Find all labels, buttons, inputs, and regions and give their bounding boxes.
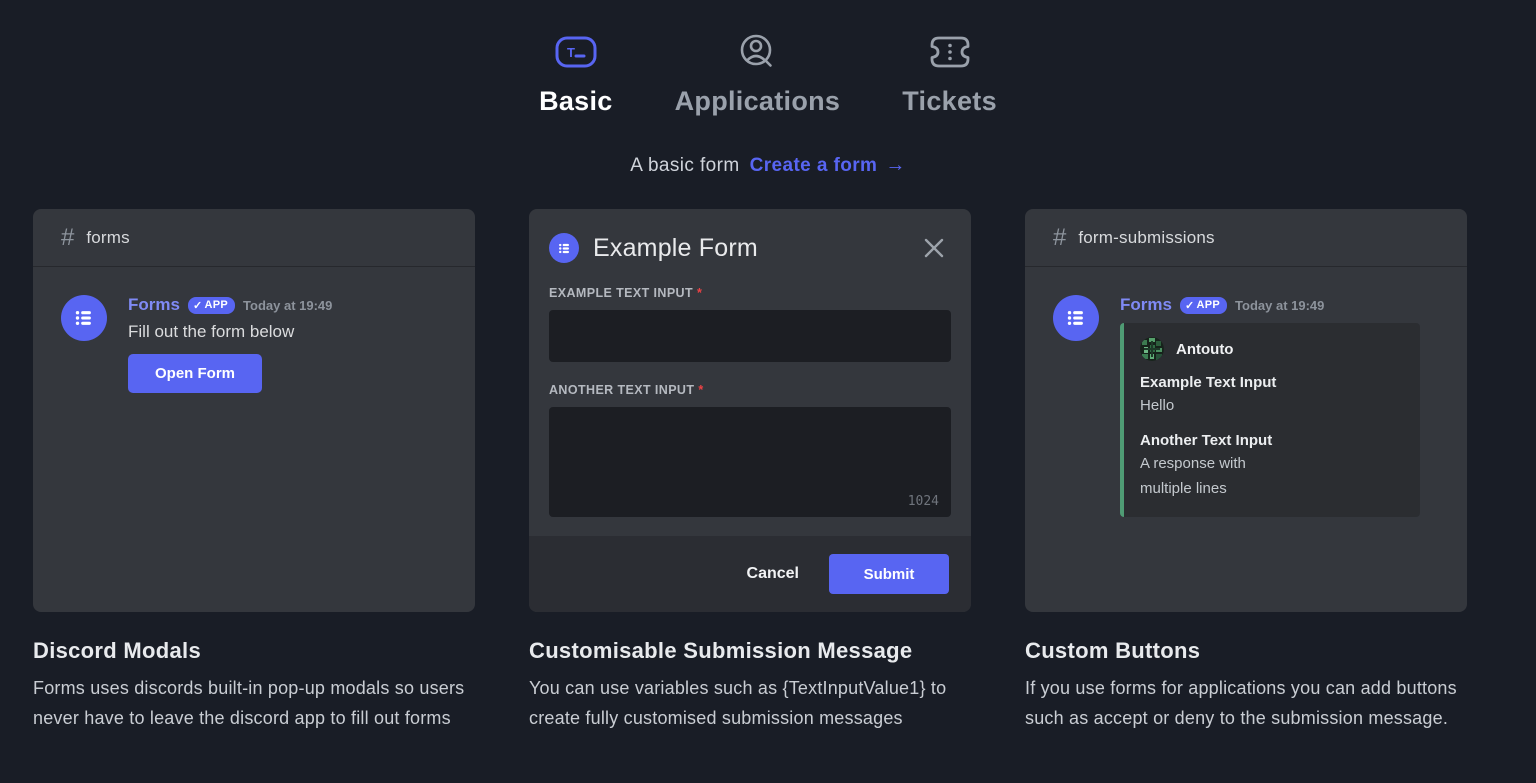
user-avatar[interactable] [1140, 337, 1164, 361]
embed-field-value: A response with multiple lines [1140, 452, 1404, 502]
list-icon [1063, 305, 1089, 331]
forms-channel-card: # forms Forms ✓ APP Today at 19:49 F [33, 209, 475, 612]
close-icon[interactable] [917, 231, 951, 265]
open-form-button[interactable]: Open Form [128, 354, 262, 393]
tab-basic[interactable]: T Basic [539, 30, 613, 117]
field-label-2: ANOTHER TEXT INPUT * [549, 383, 951, 397]
forms-bot-avatar[interactable] [61, 295, 107, 341]
feature-discord-modals: Discord Modals Forms uses discords built… [33, 638, 505, 733]
submissions-channel-card: # form-submissions Forms ✓ APP Today at … [1025, 209, 1467, 612]
message-timestamp: Today at 19:49 [243, 298, 332, 313]
submission-embed: Antouto Example Text Input Hello Another… [1120, 323, 1420, 517]
feature-title: Discord Modals [33, 638, 505, 664]
tab-tickets-label: Tickets [902, 86, 997, 117]
app-badge: ✓ APP [188, 297, 235, 314]
char-counter: 1024 [908, 494, 939, 509]
feature-body: If you use forms for applications you ca… [1025, 673, 1497, 733]
submit-button[interactable]: Submit [829, 554, 949, 594]
required-asterisk: * [698, 383, 703, 397]
ticket-icon [927, 30, 973, 74]
feature-custom-buttons: Custom Buttons If you use forms for appl… [1025, 638, 1497, 733]
forms-bot-modal-avatar [549, 233, 579, 263]
svg-text:T: T [567, 45, 575, 60]
section-subtitle: A basic form Create a form → [0, 154, 1536, 177]
channel-name: forms [86, 228, 130, 248]
create-form-link[interactable]: Create a form → [750, 154, 906, 177]
required-asterisk: * [697, 286, 702, 300]
channel-header: # form-submissions [1025, 209, 1467, 267]
badge-label: APP [1197, 299, 1221, 311]
feature-customisable-message: Customisable Submission Message You can … [529, 638, 1001, 733]
field-label-2-text: ANOTHER TEXT INPUT [549, 383, 694, 397]
another-text-input-field[interactable]: 1024 [549, 407, 951, 517]
field-label-1: EXAMPLE TEXT INPUT * [549, 286, 951, 300]
bot-message: Forms ✓ APP Today at 19:49 Fill out the … [33, 267, 475, 393]
badge-check-icon: ✓ [193, 299, 203, 312]
message-text: Fill out the form below [128, 322, 451, 342]
modal-title: Example Form [593, 234, 903, 263]
feature-body: Forms uses discords built-in pop-up moda… [33, 673, 505, 733]
feature-title: Customisable Submission Message [529, 638, 1001, 664]
demo-tabs: T Basic Applications [0, 30, 1536, 117]
subtitle-text: A basic form [630, 155, 739, 177]
embed-field-value: Hello [1140, 394, 1404, 419]
badge-check-icon: ✓ [1185, 299, 1195, 312]
app-badge: ✓ APP [1180, 297, 1227, 314]
hashtag-icon: # [61, 224, 74, 252]
channel-name: form-submissions [1078, 228, 1214, 248]
list-icon [71, 305, 97, 331]
tab-applications-label: Applications [675, 86, 841, 117]
forms-bot-avatar[interactable] [1053, 295, 1099, 341]
message-timestamp: Today at 19:49 [1235, 298, 1324, 313]
field-label-1-text: EXAMPLE TEXT INPUT [549, 286, 693, 300]
feature-title: Custom Buttons [1025, 638, 1497, 664]
embed-field-name: Example Text Input [1140, 374, 1404, 391]
tab-tickets[interactable]: Tickets [902, 30, 997, 117]
arrow-right-icon: → [885, 154, 905, 177]
channel-header: # forms [33, 209, 475, 267]
create-form-link-label: Create a form [750, 155, 878, 177]
list-icon [556, 240, 573, 257]
tab-applications[interactable]: Applications [675, 30, 841, 117]
embed-field-name: Another Text Input [1140, 432, 1404, 449]
tab-basic-label: Basic [539, 86, 613, 117]
user-icon [736, 30, 778, 74]
modal-footer: Cancel Submit [529, 536, 971, 612]
bot-message: Forms ✓ APP Today at 19:49 [1025, 267, 1467, 517]
example-text-input-field[interactable] [549, 310, 951, 362]
bot-username[interactable]: Forms [1120, 295, 1172, 315]
bot-username[interactable]: Forms [128, 295, 180, 315]
cancel-button[interactable]: Cancel [747, 565, 799, 583]
hashtag-icon: # [1053, 224, 1066, 252]
embed-author-name: Antouto [1176, 341, 1233, 358]
example-form-modal: Example Form EXAMPLE TEXT INPUT * ANOTHER… [529, 209, 971, 612]
text-input-icon: T [555, 30, 597, 74]
badge-label: APP [205, 299, 229, 311]
feature-body: You can use variables such as {TextInput… [529, 673, 1001, 733]
